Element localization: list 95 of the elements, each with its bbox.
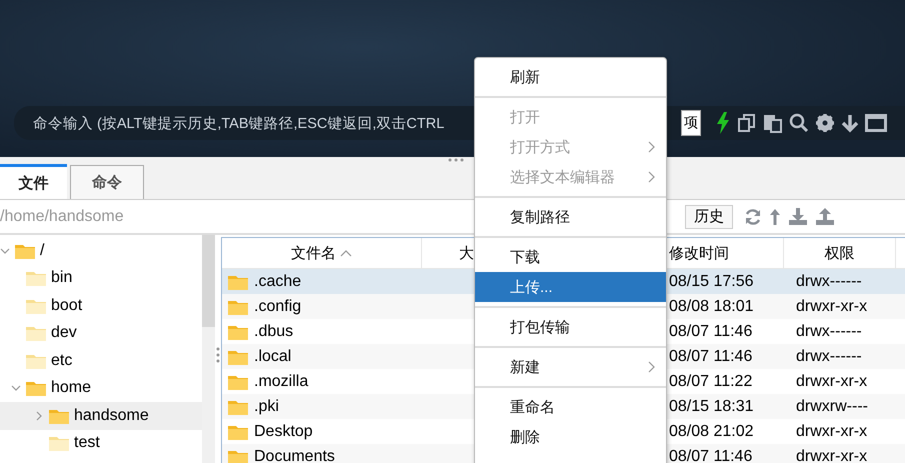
history-button[interactable]: 历史 [685, 204, 733, 228]
folder-icon [228, 374, 248, 390]
file-name: .cache [254, 272, 302, 290]
search-icon[interactable] [789, 113, 809, 133]
permissions: drwxr-xr-x [784, 294, 905, 319]
tree-label: bin [51, 269, 72, 288]
upload-icon[interactable] [815, 208, 835, 226]
modified-time: 08/08 21:02 [668, 422, 755, 442]
modified-time: 08/15 18:31 [667, 394, 784, 419]
permissions: drwx------ [795, 322, 863, 342]
modified-time: 08/07 11:46 [667, 344, 784, 369]
folder-icon [228, 398, 248, 414]
settings-icon[interactable] [815, 113, 835, 133]
modified-time: 08/07 11:22 [668, 372, 754, 392]
column-header[interactable]: 权限 [784, 238, 896, 268]
tree-label: boot [51, 296, 82, 315]
modified-time: 08/07 11:46 [667, 444, 784, 463]
tree-label: home [51, 379, 92, 398]
menu-item[interactable]: 复制路径 [475, 202, 666, 232]
scrollbar[interactable] [202, 235, 215, 463]
window-icon[interactable] [865, 114, 887, 132]
file-name: .dbus [254, 322, 294, 340]
folder-icon [228, 448, 248, 463]
tree-item[interactable]: boot [0, 292, 202, 320]
file-name: .config [254, 298, 302, 316]
copy-icon[interactable] [737, 113, 757, 133]
download-icon[interactable] [788, 208, 808, 226]
tree-item[interactable]: bin [0, 264, 202, 292]
tree-item[interactable]: handsome [0, 402, 202, 430]
lightning-icon[interactable] [715, 112, 731, 134]
table-cell[interactable]: .cache [222, 269, 422, 294]
file-name: .pki [254, 398, 279, 416]
modified-time: 08/07 11:46 [668, 322, 754, 342]
table-cell[interactable]: .pki [222, 394, 422, 419]
tree-item[interactable]: etc [0, 347, 202, 374]
folder-icon [228, 324, 248, 340]
expanded-chevron-icon[interactable] [0, 246, 10, 256]
folder-icon [228, 424, 248, 440]
tree-label: etc [51, 352, 72, 370]
menu-item[interactable]: 打包传输 [475, 312, 666, 342]
menu-item[interactable]: 删除 [475, 422, 666, 452]
folder-icon [15, 242, 35, 259]
modified-time: 08/15 17:56 [667, 269, 784, 294]
folder-icon [26, 298, 46, 314]
folder-icon [228, 348, 248, 364]
column-header[interactable]: 文件名 [222, 238, 422, 268]
file-name: .mozilla [254, 372, 308, 390]
table-cell[interactable]: .config [222, 294, 422, 319]
tree-label: dev [51, 324, 77, 342]
file-name: Documents [254, 448, 335, 463]
folder-icon [228, 298, 248, 314]
tree-label: test [74, 434, 100, 452]
menu-item[interactable]: 重命名 [475, 392, 666, 422]
option-button[interactable]: 项 [681, 110, 701, 136]
tree-item[interactable]: dev [0, 320, 202, 347]
tab[interactable]: 文件 [0, 164, 67, 199]
tree-item[interactable]: home [0, 374, 202, 402]
grip-icon[interactable] [448, 158, 464, 162]
folder-icon [49, 408, 69, 424]
permissions: drwxr-xr-x [784, 444, 905, 463]
folder-icon [26, 270, 46, 286]
table-cell[interactable]: Desktop [222, 419, 422, 444]
collapsed-chevron-icon[interactable] [34, 410, 44, 421]
paste-icon[interactable] [763, 113, 783, 133]
command-placeholder: 命令输入 (按ALT键提示历史,TAB键路径,ESC键返回,双击CTRL [33, 114, 444, 132]
folder-icon [49, 435, 69, 452]
folder-icon [26, 325, 46, 342]
menu-item[interactable]: 新建 [475, 352, 666, 382]
tab[interactable]: 命令 [70, 165, 144, 199]
folder-icon [26, 380, 46, 396]
table-cell[interactable]: .local [222, 344, 422, 369]
table-cell[interactable]: .mozilla [222, 369, 422, 394]
folder-icon [26, 352, 46, 369]
tree-label: / [40, 242, 44, 260]
menu-item[interactable]: 上传... [475, 272, 666, 302]
permissions: drwxr-xr-x [795, 372, 868, 392]
tree-item[interactable]: test [0, 430, 202, 457]
menu-item[interactable]: 刷新 [475, 62, 666, 92]
up-arrow-icon[interactable] [769, 208, 781, 226]
permissions: drwx------ [784, 344, 905, 369]
tree-label: handsome [74, 406, 149, 425]
tree-item[interactable]: / [0, 237, 202, 264]
table-cell[interactable]: .dbus [222, 319, 422, 344]
modified-time: 08/08 18:01 [667, 294, 784, 319]
file-name: .local [254, 348, 292, 366]
permissions: drwxrw---- [784, 394, 905, 419]
file-name: Desktop [254, 422, 313, 440]
table-cell[interactable]: Documents [222, 444, 422, 463]
permissions: drwxr-xr-x [795, 422, 868, 442]
refresh-icon[interactable] [744, 208, 762, 226]
expanded-chevron-icon[interactable] [11, 383, 21, 394]
folder-icon [228, 274, 248, 290]
permissions: drwx------ [784, 269, 905, 294]
down-arrow-icon[interactable] [841, 113, 859, 133]
splitter-grip-icon[interactable] [216, 347, 220, 363]
